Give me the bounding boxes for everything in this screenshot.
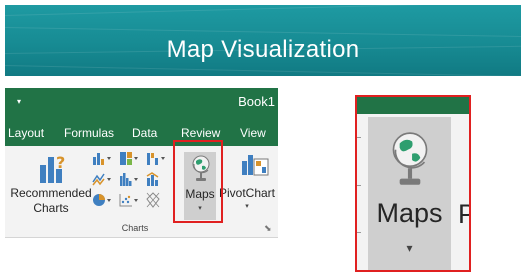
banner-decoration-line (5, 65, 521, 76)
recommended-charts-label-line1: Recommended (10, 186, 92, 200)
zoom-ribbon-strip (357, 97, 469, 114)
banner-decoration-line (5, 5, 521, 16)
statistic-chart-icon[interactable] (118, 170, 142, 188)
quick-access-dropdown-icon[interactable]: ▾ (17, 97, 21, 106)
combo-chart-icon[interactable] (145, 170, 169, 188)
tab-review[interactable]: Review (181, 126, 220, 140)
pivotchart-label-partial: P (458, 199, 469, 230)
waterfall-chart-icon[interactable] (145, 149, 169, 167)
ribbon-tabs: Layout Formulas Data Review View (5, 118, 278, 146)
pie-chart-icon[interactable] (91, 191, 115, 209)
maps-label-zoomed: Maps (376, 198, 443, 228)
zoom-edge-mark (357, 185, 361, 186)
group-divider (5, 237, 278, 238)
recommended-charts-label-line2: Charts (33, 201, 69, 215)
chevron-down-icon[interactable]: ▾ (216, 202, 278, 210)
recommended-charts-label: Recommended Charts (7, 186, 95, 216)
maps-highlight-box (173, 140, 223, 223)
zoom-edge-mark (357, 137, 361, 138)
column-chart-icon[interactable] (91, 149, 115, 167)
title-bar: ▾ Book1 (5, 88, 278, 118)
maps-zoom-view: Maps ▾ P (355, 95, 471, 272)
radar-chart-icon[interactable] (145, 191, 169, 209)
pivotchart-label: PivotChart (218, 186, 276, 200)
title-banner: Map Visualization (5, 5, 521, 76)
hierarchy-chart-icon[interactable] (118, 149, 142, 167)
scatter-chart-icon[interactable] (118, 191, 142, 209)
chart-type-gallery (91, 149, 171, 213)
svg-text:?: ? (56, 153, 65, 172)
line-chart-icon[interactable] (91, 170, 115, 188)
charts-group: ? Recommended Charts Maps ▾ PivotChart ▾… (5, 146, 278, 238)
maps-button-zoomed[interactable]: Maps ▾ (368, 117, 451, 270)
tab-view[interactable]: View (240, 126, 266, 140)
tab-formulas[interactable]: Formulas (64, 126, 114, 140)
banner-title: Map Visualization (166, 36, 360, 63)
document-title: Book1 (238, 94, 275, 109)
tab-data[interactable]: Data (132, 126, 157, 140)
recommended-charts-icon: ? (40, 153, 65, 183)
tab-layout[interactable]: Layout (8, 126, 44, 140)
globe-icon (392, 132, 428, 185)
pivotchart-icon (242, 155, 269, 176)
excel-ribbon: ▾ Book1 Layout Formulas Data Review View… (5, 88, 278, 238)
zoom-edge-mark (357, 232, 361, 233)
charts-group-label: Charts (121, 223, 149, 233)
dialog-launcher-icon[interactable]: ⬊ (264, 223, 272, 234)
chevron-down-icon[interactable]: ▾ (368, 241, 451, 255)
